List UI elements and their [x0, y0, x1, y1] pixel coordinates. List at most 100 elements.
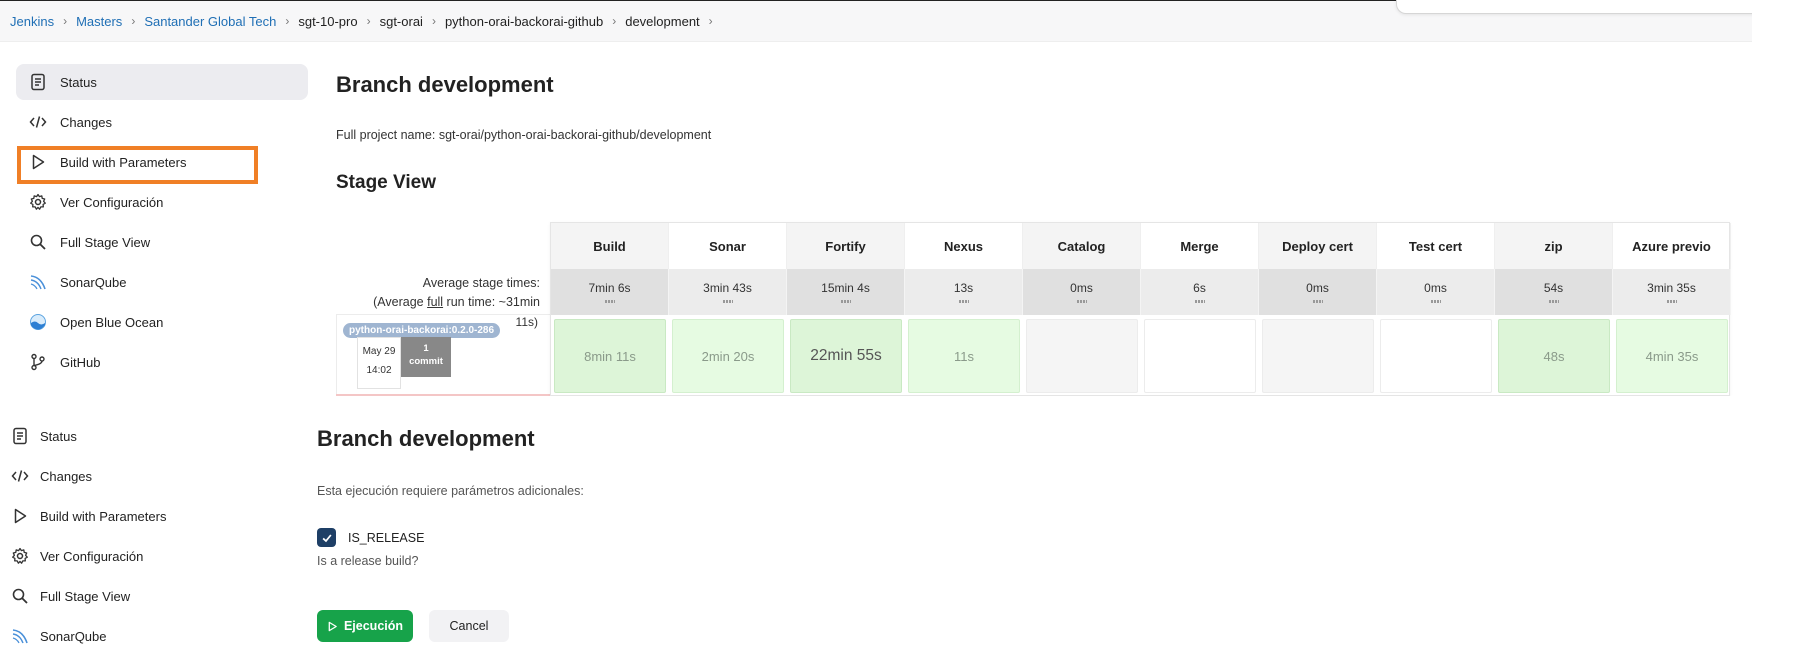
sidebar-top: Status Changes Build with Parameters Ver…	[16, 64, 308, 384]
progress-mini-icon	[1312, 300, 1323, 303]
build-date-time: 14:02	[366, 365, 392, 376]
sidebar-item-label: Changes	[60, 114, 113, 130]
progress-mini-icon	[1194, 300, 1205, 303]
average-cell: 54s	[1495, 269, 1613, 315]
breadcrumb-masters[interactable]: Masters	[76, 14, 122, 29]
popup-edge	[1396, 0, 1752, 14]
search-icon	[10, 586, 30, 606]
sidebar-item-label: Ver Configuración	[40, 548, 144, 564]
breadcrumb-repo[interactable]: python-orai-backorai-github	[445, 14, 603, 29]
stage-view-table: Build Sonar Fortify Nexus Catalog Merge …	[550, 222, 1731, 396]
full-run-link[interactable]: full	[427, 295, 443, 309]
avg-stage-times-text: Average stage times:	[422, 276, 540, 290]
sidebar-item-open-blue-ocean[interactable]: Open Blue Ocean	[16, 304, 308, 340]
average-value: 0ms	[1070, 281, 1093, 295]
average-cell: 13s	[905, 269, 1023, 315]
progress-mini-icon	[604, 300, 615, 303]
stage-cell-test-cert	[1380, 319, 1492, 393]
average-cell: 3min 35s	[1613, 269, 1731, 315]
build-time-fragment: 11s)	[515, 315, 538, 329]
full-project-name: Full project name: sgt-orai/python-orai-…	[336, 128, 712, 142]
cancel-button[interactable]: Cancel	[429, 610, 509, 642]
stage-cell-wrap	[1259, 317, 1377, 395]
average-value: 54s	[1543, 281, 1564, 295]
sidebar-item-full-stage-view[interactable]: Full Stage View	[0, 578, 240, 614]
gear-icon	[10, 546, 30, 566]
full-run-suffix: run time: ~31min	[443, 295, 540, 309]
sidebar-item-changes[interactable]: Changes	[0, 458, 240, 494]
sidebar-item-github[interactable]: GitHub	[16, 344, 308, 380]
stage-cell-wrap: 2min 20s	[669, 317, 787, 395]
sidebar-item-label: Status	[60, 74, 97, 90]
page-title: Branch development	[336, 72, 554, 97]
stage-header: Nexus	[905, 223, 1023, 269]
checkmark-icon	[322, 533, 332, 542]
search-icon	[28, 232, 48, 252]
sidebar-bottom: Status Changes Build with Parameters Ver…	[0, 418, 240, 648]
progress-mini-icon	[840, 300, 851, 303]
sidebar-item-label: Open Blue Ocean	[60, 314, 164, 330]
commit-badge[interactable]: 1 commit	[401, 337, 451, 377]
chevron-right-icon: ›	[708, 14, 713, 28]
stage-header: Azure previo	[1613, 223, 1731, 269]
sidebar-item-ver-configuracion[interactable]: Ver Configuración	[0, 538, 240, 574]
sidebar-item-label: Changes	[40, 468, 93, 484]
progress-mini-icon	[1548, 300, 1559, 303]
breadcrumb-sgt-orai[interactable]: sgt-orai	[380, 14, 423, 29]
breadcrumb-development[interactable]: development	[625, 14, 699, 29]
stage-header: Fortify	[787, 223, 905, 269]
stage-cell-zip[interactable]: 48s	[1498, 319, 1610, 393]
chevron-right-icon: ›	[131, 14, 136, 28]
sidebar-item-sonarqube[interactable]: SonarQube	[16, 264, 308, 300]
stage-cell-fortify[interactable]: 22min 55s	[790, 319, 902, 393]
breadcrumb-sgt-10-pro[interactable]: sgt-10-pro	[298, 14, 357, 29]
breadcrumb-santander[interactable]: Santander Global Tech	[144, 14, 276, 29]
stage-cell-wrap	[1141, 317, 1259, 395]
average-value: 6s	[1193, 281, 1206, 295]
stage-view-title: Stage View	[336, 172, 436, 193]
screenshot-frame: Jenkins › Masters › Santander Global Tec…	[0, 0, 1819, 648]
page-title-top: Branch development	[336, 72, 554, 98]
sidebar-item-ver-configuracion[interactable]: Ver Configuración	[16, 184, 308, 220]
stage-cell-wrap: 22min 55s	[787, 317, 905, 395]
chevron-right-icon: ›	[366, 14, 371, 28]
sidebar-item-status[interactable]: Status	[0, 418, 240, 454]
breadcrumb-jenkins[interactable]: Jenkins	[10, 14, 54, 29]
sidebar-item-status[interactable]: Status	[16, 64, 308, 100]
document-icon	[10, 426, 30, 446]
average-cell: 0ms	[1023, 269, 1141, 315]
average-value: 3min 35s	[1647, 281, 1696, 295]
code-icon	[28, 112, 48, 132]
is-release-parameter: IS_RELEASE	[317, 528, 424, 547]
average-cell: 0ms	[1377, 269, 1495, 315]
sidebar-item-full-stage-view[interactable]: Full Stage View	[16, 224, 308, 260]
sonarqube-icon	[10, 626, 30, 646]
average-cell: 0ms	[1259, 269, 1377, 315]
chevron-right-icon: ›	[612, 14, 617, 28]
stage-cell-wrap: 11s	[905, 317, 1023, 395]
stage-cell-wrap: 8min 11s	[551, 317, 669, 395]
code-icon	[10, 466, 30, 486]
stage-cell-sonar[interactable]: 2min 20s	[672, 319, 784, 393]
stage-cell-nexus[interactable]: 11s	[908, 319, 1020, 393]
stage-cell-wrap	[1023, 317, 1141, 395]
stage-header: Catalog	[1023, 223, 1141, 269]
blue-ocean-icon	[28, 312, 48, 332]
sidebar-item-changes[interactable]: Changes	[16, 104, 308, 140]
build-date-day: May 29	[362, 346, 396, 357]
document-icon	[28, 72, 48, 92]
build-tag[interactable]: python-orai-backorai:0.2.0-286	[343, 323, 501, 338]
build-card[interactable]: 11s) python-orai-backorai:0.2.0-286 May …	[336, 314, 550, 396]
average-cell: 7min 6s	[551, 269, 669, 315]
average-value: 7min 6s	[588, 281, 631, 295]
page-title: Branch development	[317, 426, 535, 451]
sidebar-item-build-with-parameters[interactable]: Build with Parameters	[0, 498, 240, 534]
stage-cell-build[interactable]: 8min 11s	[554, 319, 666, 393]
average-value: 0ms	[1424, 281, 1447, 295]
sidebar-item-sonarqube[interactable]: SonarQube	[0, 618, 240, 648]
is-release-checkbox[interactable]	[317, 528, 336, 547]
stage-cell-azure-previo[interactable]: 4min 35s	[1616, 319, 1728, 393]
top-screenshot: Jenkins › Masters › Santander Global Tec…	[0, 0, 1752, 396]
stage-cell-catalog	[1026, 319, 1138, 393]
run-button[interactable]: Ejecución	[317, 610, 413, 642]
